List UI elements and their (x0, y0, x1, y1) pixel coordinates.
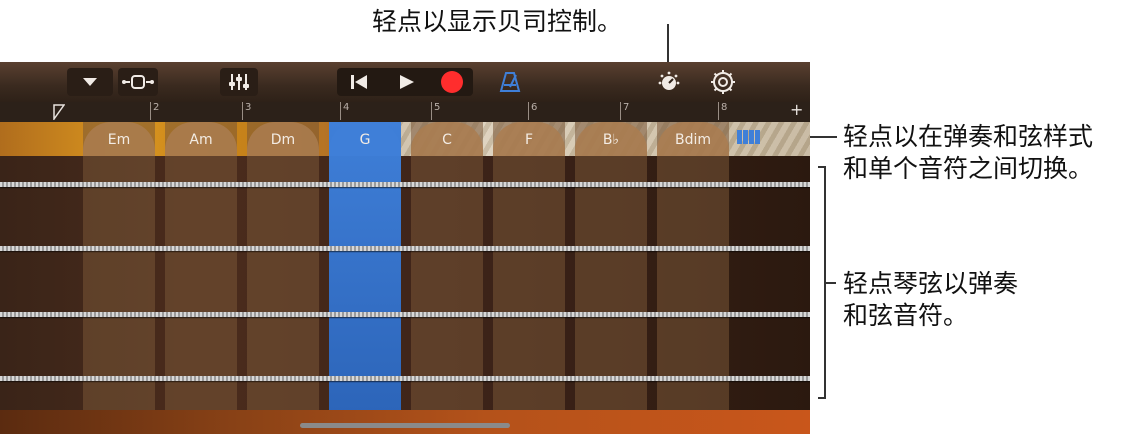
chord-strip-c[interactable]: C (411, 122, 483, 434)
ruler-tick (150, 102, 151, 120)
bass-controls-button[interactable] (650, 68, 688, 96)
ruler-mark-7: 7 (623, 102, 630, 113)
toolbar (0, 62, 810, 103)
string-3[interactable] (0, 312, 810, 317)
chord-strip-f[interactable]: F (493, 122, 565, 434)
home-indicator (300, 423, 510, 428)
timeline-ruler[interactable]: 2 3 4 5 6 7 8 + (0, 100, 810, 122)
settings-button[interactable] (703, 68, 743, 96)
ruler-mark-8: 8 (721, 102, 728, 113)
string-2[interactable] (0, 246, 810, 251)
fretboard-bottom-binding (0, 410, 810, 434)
callout-toggle: 轻点以在弹奏和弦样式 和单个音符之间切换。 (843, 122, 1094, 183)
ruler-tick (718, 102, 719, 120)
add-section-button[interactable]: + (790, 100, 803, 119)
chord-strips-toggle-icon[interactable] (736, 129, 762, 145)
chord-strip-bdim[interactable]: Bdim (657, 122, 729, 434)
record-button[interactable] (432, 68, 472, 96)
callout-strings: 轻点琴弦以弹奏 和弦音符。 (843, 269, 1019, 330)
garageband-bass-screen: 2 3 4 5 6 7 8 + Em Am Dm G C F B♭ Bdim (0, 62, 810, 434)
ruler-tick (528, 102, 529, 120)
callout-bracket-bottom (818, 397, 826, 399)
chord-label: C (442, 132, 452, 148)
browser-button[interactable] (67, 68, 113, 96)
string-4[interactable] (0, 376, 810, 381)
record-icon (441, 71, 463, 93)
callout-bracket-top (818, 166, 826, 168)
chord-label: B♭ (602, 132, 620, 148)
metronome-icon (499, 72, 521, 92)
ruler-tick (340, 102, 341, 120)
bass-controls-knob-icon (658, 71, 680, 90)
settings-gear-icon (711, 70, 735, 94)
chord-label: F (524, 132, 534, 148)
metronome-button[interactable] (490, 68, 530, 96)
mixer-button[interactable] (220, 68, 258, 96)
chord-label: Dm (270, 132, 296, 148)
callout-bracket-mid (824, 282, 836, 284)
chord-label: G (359, 132, 371, 148)
chevron-down-icon (83, 78, 97, 86)
ruler-tick (242, 102, 243, 120)
rewind-icon (351, 75, 367, 89)
callout-bass-controls: 轻点以显示贝司控制。 (372, 7, 623, 36)
chord-strip-bb[interactable]: B♭ (575, 122, 647, 434)
ruler-mark-6: 6 (531, 102, 538, 113)
chord-strip-dm[interactable]: Dm (247, 122, 319, 434)
ruler-tick (620, 102, 621, 120)
rewind-button[interactable] (339, 68, 379, 96)
ruler-mark-5: 5 (434, 102, 441, 113)
tracks-view-icon (122, 75, 154, 89)
play-icon (400, 75, 414, 89)
ruler-mark-3: 3 (245, 102, 252, 113)
ruler-mark-2: 2 (153, 102, 160, 113)
ruler-tick (431, 102, 432, 120)
chord-strip-am[interactable]: Am (165, 122, 237, 434)
chord-label: Am (189, 132, 213, 148)
string-1[interactable] (0, 182, 810, 187)
chord-strip-em[interactable]: Em (83, 122, 155, 434)
mixer-sliders-icon (229, 74, 249, 90)
ruler-mark-4: 4 (343, 102, 350, 113)
tracks-view-button[interactable] (118, 68, 158, 96)
chord-strip-g[interactable]: G (329, 122, 401, 434)
chord-label: Bdim (674, 132, 712, 148)
playhead-icon[interactable] (53, 104, 65, 120)
play-button[interactable] (386, 68, 426, 96)
chord-label: Em (107, 132, 131, 148)
